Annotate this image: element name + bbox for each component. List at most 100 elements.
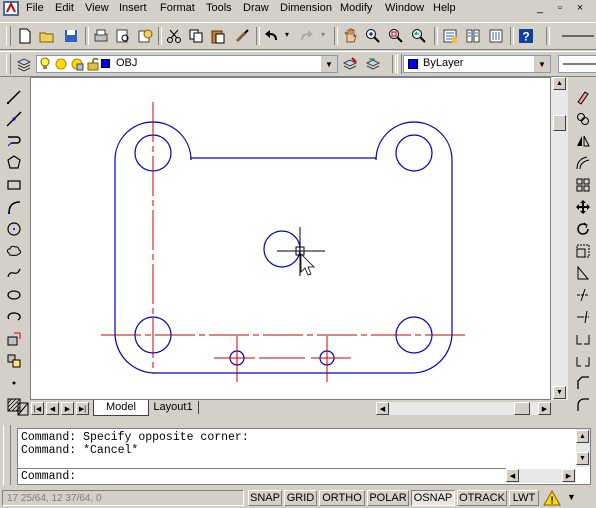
polar-toggle[interactable]: POLAR: [367, 490, 409, 506]
open-icon[interactable]: [37, 26, 57, 46]
insert-block-icon[interactable]: [4, 329, 24, 349]
scroll-left-icon[interactable]: ◀: [376, 402, 389, 415]
zoom-previous-icon[interactable]: [409, 26, 429, 46]
menu-edit[interactable]: Edit: [55, 2, 74, 14]
chamfer-icon[interactable]: [573, 373, 593, 393]
autocad-app-icon[interactable]: [3, 1, 19, 16]
layer-previous-icon[interactable]: [363, 54, 383, 74]
linetype-control-icon[interactable]: [560, 26, 594, 46]
menu-modify[interactable]: Modify: [340, 2, 372, 14]
drawing-vertical-scrollbar[interactable]: ▲ ▼: [551, 77, 568, 400]
scroll-right-icon[interactable]: ▶: [538, 402, 551, 415]
match-properties-icon[interactable]: [232, 26, 252, 46]
line-icon[interactable]: [4, 87, 24, 107]
ellipse-icon[interactable]: [4, 285, 24, 305]
designcenter-icon[interactable]: [463, 26, 483, 46]
menu-format[interactable]: Format: [160, 2, 195, 14]
help-icon[interactable]: ?: [516, 26, 536, 46]
command-window-grip[interactable]: [3, 425, 11, 485]
move-icon[interactable]: [573, 197, 593, 217]
mirror-icon[interactable]: [573, 131, 593, 151]
fillet-icon[interactable]: [573, 395, 593, 415]
next-tab-icon[interactable]: ▶: [61, 402, 74, 415]
menu-tools[interactable]: Tools: [206, 2, 232, 14]
coordinate-display[interactable]: 17 25/64, 12 37/64, 0: [2, 490, 244, 506]
circle-icon[interactable]: [4, 219, 24, 239]
snap-toggle[interactable]: SNAP: [248, 490, 282, 506]
copy-object-icon[interactable]: [573, 109, 593, 129]
first-tab-icon[interactable]: |◀: [31, 402, 44, 415]
scale-icon[interactable]: [573, 241, 593, 261]
gradient-icon[interactable]: [17, 400, 29, 418]
plot-preview-icon[interactable]: [113, 26, 133, 46]
undo-dropdown-icon[interactable]: ▾: [285, 30, 289, 39]
status-menu-arrow-icon[interactable]: ▼: [567, 492, 576, 502]
point-icon[interactable]: [4, 373, 24, 393]
layer-on-lightbulb-icon[interactable]: [39, 57, 51, 71]
layer-viewport-icon[interactable]: [70, 57, 84, 71]
spline-icon[interactable]: [4, 263, 24, 283]
layer-properties-manager-icon[interactable]: [14, 54, 34, 74]
construction-line-icon[interactable]: [4, 109, 24, 129]
break-icon[interactable]: [573, 351, 593, 371]
command-horizontal-scrollbar[interactable]: ◀ ▶: [506, 469, 576, 483]
layer-control-dropdown[interactable]: OBJ ▼: [36, 55, 338, 73]
polyline-icon[interactable]: [4, 131, 24, 151]
make-object-layer-current-icon[interactable]: [340, 54, 360, 74]
redo-dropdown-icon[interactable]: ▾: [321, 30, 325, 39]
pan-realtime-icon[interactable]: [340, 26, 360, 46]
layer-dropdown-arrow-icon[interactable]: ▼: [320, 56, 337, 72]
trim-icon[interactable]: [573, 285, 593, 305]
cut-icon[interactable]: [164, 26, 184, 46]
rectangle-icon[interactable]: [4, 175, 24, 195]
linetype-control-dropdown[interactable]: [558, 55, 596, 73]
tool-palettes-icon[interactable]: [486, 26, 506, 46]
cmd-scroll-left-icon[interactable]: ◀: [506, 469, 519, 482]
previous-tab-icon[interactable]: ◀: [46, 402, 59, 415]
grid-toggle[interactable]: GRID: [284, 490, 317, 506]
menu-help[interactable]: Help: [433, 2, 456, 14]
drawing-canvas[interactable]: [31, 78, 552, 401]
cmd-scroll-down-icon[interactable]: ▼: [576, 452, 589, 465]
otrack-toggle[interactable]: OTRACK: [457, 490, 507, 506]
color-dropdown-arrow-icon[interactable]: ▼: [533, 56, 550, 72]
make-block-icon[interactable]: [4, 351, 24, 371]
polygon-icon[interactable]: [4, 153, 24, 173]
revision-cloud-icon[interactable]: [4, 241, 24, 261]
new-icon[interactable]: [15, 26, 35, 46]
rotate-icon[interactable]: [573, 219, 593, 239]
zoom-window-icon[interactable]: [386, 26, 406, 46]
undo-icon[interactable]: [262, 26, 282, 46]
osnap-toggle[interactable]: OSNAP: [411, 490, 455, 506]
communication-center-icon[interactable]: !: [543, 490, 561, 506]
scroll-down-icon[interactable]: ▼: [553, 386, 566, 399]
properties-icon[interactable]: [440, 26, 460, 46]
menu-window[interactable]: Window: [385, 2, 424, 14]
menu-view[interactable]: View: [85, 2, 109, 14]
menu-file[interactable]: File: [26, 2, 44, 14]
save-icon[interactable]: [61, 26, 81, 46]
plot-icon[interactable]: [91, 26, 111, 46]
extend-icon[interactable]: [573, 307, 593, 327]
command-vertical-scrollbar[interactable]: ▲ ▼: [576, 429, 590, 467]
arc-icon[interactable]: [4, 197, 24, 217]
copy-icon[interactable]: [186, 26, 206, 46]
vertical-scroll-thumb[interactable]: [553, 115, 566, 131]
menu-insert[interactable]: Insert: [119, 2, 147, 14]
layer-unlock-icon[interactable]: [87, 57, 99, 71]
horizontal-scroll-thumb[interactable]: [514, 402, 530, 415]
drawing-area[interactable]: [30, 77, 551, 400]
tab-layout1[interactable]: Layout1: [148, 401, 199, 414]
command-input-field[interactable]: Command:: [18, 468, 506, 485]
color-control-dropdown[interactable]: ByLayer ▼: [403, 55, 551, 73]
cmd-scroll-right-icon[interactable]: ▶: [562, 469, 575, 482]
erase-icon[interactable]: [573, 87, 593, 107]
redo-icon[interactable]: [296, 26, 316, 46]
paste-icon[interactable]: [208, 26, 228, 46]
minimize-icon[interactable]: _: [532, 1, 548, 15]
break-at-point-icon[interactable]: [573, 329, 593, 349]
offset-icon[interactable]: [573, 153, 593, 173]
zoom-realtime-icon[interactable]: [363, 26, 383, 46]
cmd-scroll-up-icon[interactable]: ▲: [576, 430, 589, 443]
menu-draw[interactable]: Draw: [243, 2, 269, 14]
